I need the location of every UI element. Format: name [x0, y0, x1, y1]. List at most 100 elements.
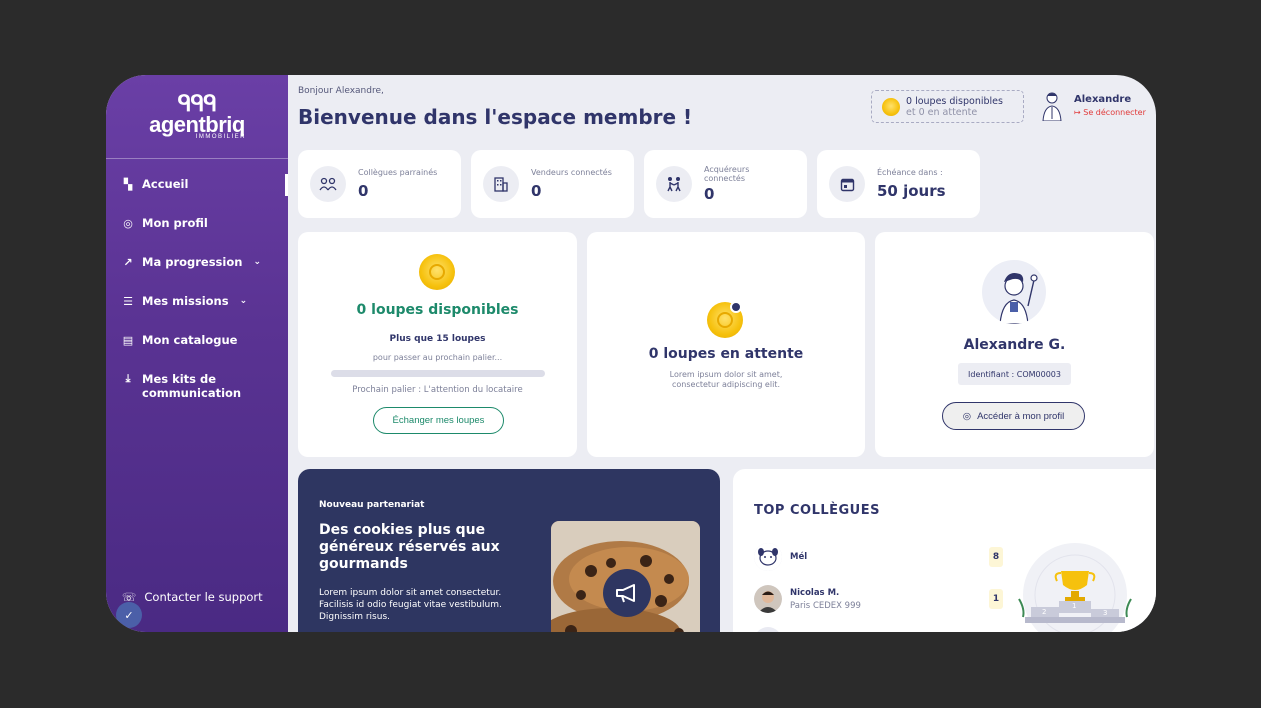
- colleague-score: 8: [989, 547, 1003, 567]
- download-icon: ⤓: [125, 372, 131, 385]
- colleague-name: Mél: [790, 552, 808, 562]
- sidebar-item-label: Accueil: [142, 177, 189, 191]
- promo-text: Lorem ipsum dolor sit amet consectetur. …: [319, 588, 502, 622]
- logo-mark: ᑫᑫᑫ: [177, 90, 217, 116]
- colleague-row[interactable]: Mél: [754, 543, 807, 571]
- sidebar-item-label: Ma progression: [142, 255, 243, 269]
- stat-value: 0: [704, 185, 715, 203]
- app-window: ᑫᑫᑫ agentbriq IMMOBILIER ▚ Accueil ◎ Mon…: [106, 75, 1156, 632]
- colleague-row[interactable]: Nicolas M. Paris CEDEX 999: [754, 585, 861, 613]
- stat-card-deadline: Échéance dans : 50 jours: [817, 150, 980, 218]
- colleague-location: Paris CEDEX 999: [790, 600, 861, 611]
- view-profile-button[interactable]: ◎ Accéder à mon profil: [942, 402, 1085, 430]
- profile-identifier: Identifiant : COM00003: [958, 363, 1071, 385]
- pending-desc-line2: consectetur adipiscing elit.: [672, 380, 780, 389]
- loupes-summary[interactable]: 0 loupes disponibles et 0 en attente: [871, 90, 1024, 123]
- logout-icon: ↦: [1074, 108, 1081, 117]
- pending-desc-line1: Lorem ipsum dolor sit amet,: [669, 370, 783, 379]
- colleague-row[interactable]: [754, 627, 782, 632]
- user-circle-icon: ◎: [962, 410, 972, 422]
- podium-rank-3: 3: [1103, 609, 1108, 617]
- sidebar-item-label: Mon profil: [142, 216, 208, 230]
- podium-rank-2: 2: [1042, 608, 1047, 616]
- megaphone-icon: [603, 569, 651, 617]
- pending-loupes-card: 0 loupes en attente Lorem ipsum dolor si…: [587, 232, 865, 457]
- logo-sub: IMMOBILIER: [195, 133, 246, 140]
- top-colleagues-title: TOP COLLÈGUES: [754, 503, 880, 518]
- clock-icon: [730, 301, 742, 313]
- support-label: Contacter le support: [144, 590, 263, 604]
- partnership-banner[interactable]: Nouveau partenariat Des cookies plus que…: [298, 469, 720, 632]
- loupes-progress-bar: [331, 370, 545, 377]
- stat-label: Vendeurs connectés: [531, 168, 612, 177]
- stat-label: Collègues parrainés: [358, 168, 438, 177]
- stat-value: 0: [531, 182, 542, 200]
- profile-name: Alexandre G.: [963, 337, 1066, 353]
- view-profile-label: Accéder à mon profil: [977, 410, 1065, 422]
- trend-icon: ↗: [123, 255, 133, 269]
- stat-value: 0: [358, 182, 369, 200]
- avatar: [754, 627, 782, 632]
- chevron-down-icon: ⌄: [253, 257, 261, 267]
- colleague-score: 1: [989, 589, 1003, 609]
- sidebar: ᑫᑫᑫ agentbriq IMMOBILIER ▚ Accueil ◎ Mon…: [106, 75, 288, 632]
- loupes-remaining: Plus que 15 loupes: [389, 334, 486, 344]
- user-name: Alexandre: [1074, 94, 1132, 105]
- user-circle-icon: ◎: [123, 216, 133, 230]
- contact-support-link[interactable]: ☏ Contacter le support: [122, 590, 263, 604]
- sidebar-item-catalogue[interactable]: ▤ Mon catalogue: [106, 333, 288, 372]
- avatar: [754, 543, 782, 571]
- stat-label: Échéance dans :: [877, 168, 943, 177]
- avatar: [1042, 92, 1062, 121]
- logout-label: Se déconnecter: [1083, 108, 1146, 117]
- main-content: Bonjour Alexandre, Bienvenue dans l'espa…: [288, 75, 1156, 632]
- cards-row: 0 loupes disponibles Plus que 15 loupes …: [298, 232, 1154, 457]
- avatar: [982, 260, 1046, 324]
- exchange-loupes-button[interactable]: Échanger mes loupes: [373, 407, 504, 434]
- next-level-text: Prochain palier : L'attention du locatai…: [352, 385, 523, 395]
- podium-illustration: 1 2 3: [1011, 539, 1139, 632]
- loupes-card: 0 loupes disponibles Plus que 15 loupes …: [298, 232, 577, 457]
- promo-tag: Nouveau partenariat: [319, 500, 425, 510]
- sidebar-item-missions[interactable]: ☰ Mes missions ⌄: [106, 294, 288, 333]
- catalog-icon: ▤: [122, 333, 134, 347]
- sidebar-item-kits[interactable]: ⤓ Mes kits de communication: [106, 372, 288, 420]
- coin-icon: [882, 97, 900, 116]
- logo[interactable]: ᑫᑫᑫ agentbriq IMMOBILIER: [106, 75, 288, 159]
- sidebar-item-progression[interactable]: ↗ Ma progression ⌄: [106, 255, 288, 294]
- promo-title: Des cookies plus que généreux réservés a…: [319, 522, 500, 572]
- calendar-icon: [829, 166, 865, 202]
- logo-name: agentbriq: [149, 111, 245, 137]
- building-icon: [483, 166, 519, 202]
- cookies-image: [551, 521, 700, 632]
- sidebar-item-label-line1: Mes kits de: [142, 372, 217, 386]
- coin-icon: [419, 254, 455, 290]
- loupes-available-text: 0 loupes disponibles: [906, 95, 1003, 107]
- chevron-down-icon: ⌄: [239, 296, 248, 306]
- sidebar-item-label: Mes missions: [142, 294, 229, 308]
- logout-link[interactable]: ↦ Se déconnecter: [1074, 108, 1146, 117]
- sidebar-item-label-line2: communication: [142, 386, 242, 400]
- loupes-remaining-sub: pour passer au prochain palier...: [372, 353, 503, 362]
- sidebar-item-accueil[interactable]: ▚ Accueil: [106, 174, 288, 216]
- user-menu[interactable]: Alexandre ↦ Se déconnecter: [1040, 91, 1146, 121]
- page-title: Bienvenue dans l'espace membre !: [298, 105, 693, 129]
- sidebar-item-profil[interactable]: ◎ Mon profil: [106, 216, 288, 255]
- profile-card: Alexandre G. Identifiant : COM00003 ◎ Ac…: [875, 232, 1154, 457]
- stat-value: 50 jours: [877, 182, 946, 200]
- pending-loupes-title: 0 loupes en attente: [648, 346, 804, 362]
- stat-card-sellers: Vendeurs connectés 0: [471, 150, 634, 218]
- stat-card-buyers: Acquéreurs connectés 0: [644, 150, 807, 218]
- loupes-available-title: 0 loupes disponibles: [356, 302, 519, 318]
- grid-icon: ▚: [123, 177, 133, 191]
- stat-label: Acquéreurs connectés: [704, 165, 750, 183]
- top-colleagues-panel: TOP COLLÈGUES Mél 8 Nicolas M. Paris CED…: [733, 469, 1156, 632]
- stats-row: Collègues parrainés 0 Vendeurs connectés…: [298, 150, 980, 218]
- avatar: [754, 585, 782, 613]
- buyers-icon: [656, 166, 692, 202]
- checklist-icon: ☰: [123, 294, 133, 308]
- shield-check-icon[interactable]: ✓: [116, 602, 142, 628]
- loupes-pending-text: et 0 en attente: [906, 106, 978, 118]
- stat-card-colleagues: Collègues parrainés 0: [298, 150, 461, 218]
- sidebar-item-label: Mes kits de communication: [142, 372, 241, 400]
